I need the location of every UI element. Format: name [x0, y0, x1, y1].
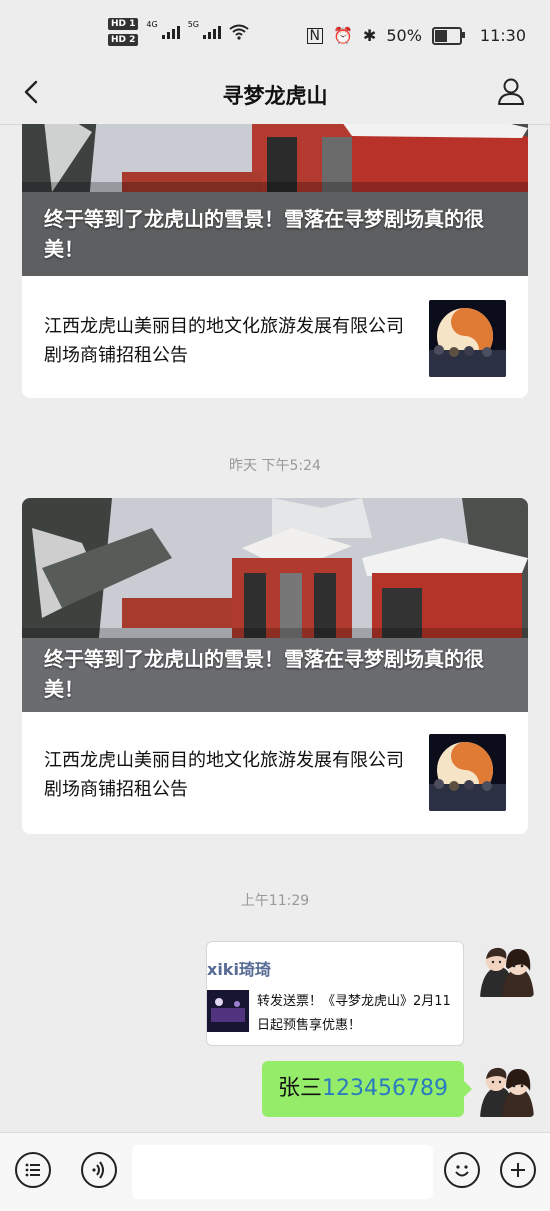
message-name: 张三: [278, 1076, 323, 1101]
person-icon[interactable]: [496, 76, 526, 106]
chat-header: 寻梦龙虎山: [0, 70, 550, 125]
article-title: 终于等到了龙虎山的雪景！雪落在寻梦剧场真的很美！: [44, 647, 484, 701]
plus-icon[interactable]: [500, 1152, 536, 1188]
nfc-icon: N: [306, 27, 323, 44]
hd2-badge: HD 2: [108, 34, 139, 46]
user-avatar[interactable]: [478, 941, 534, 997]
forward-text: 转发送票！《寻梦龙虎山》2月11日起预售享优惠！: [257, 994, 451, 1033]
battery-icon: [431, 26, 465, 45]
signal-4g-icon: 4G: [146, 20, 180, 39]
battery-percent: 50%: [386, 26, 422, 45]
article-subtitle: 江西龙虎山美丽目的地文化旅游发展有限公司剧场商铺招租公告: [44, 316, 404, 366]
article-card[interactable]: 终于等到了龙虎山的雪景！雪落在寻梦剧场真的很美！ 江西龙虎山美丽目的地文化旅游发…: [22, 124, 528, 398]
chat-title: 寻梦龙虎山: [222, 84, 328, 108]
article-card[interactable]: 终于等到了龙虎山的雪景！雪落在寻梦剧场真的很美！ 江西龙虎山美丽目的地文化旅游发…: [22, 498, 528, 834]
signal-area: HD 1 HD 2 4G 5G: [108, 18, 249, 46]
timestamp: 昨天 下午5:24: [229, 458, 321, 474]
article-subtitle: 江西龙虎山美丽目的地文化旅游发展有限公司剧场商铺招租公告: [44, 750, 404, 800]
moon-thumbnail: [429, 734, 506, 811]
input-bar: [0, 1132, 550, 1211]
message-input[interactable]: [132, 1145, 433, 1199]
user-avatar[interactable]: [478, 1061, 534, 1117]
hd1-badge: HD 1: [108, 18, 139, 30]
alarm-icon: ⏰: [333, 26, 353, 45]
bluetooth-icon: ✱: [362, 26, 377, 45]
clock: 11:30: [479, 26, 526, 45]
forwarded-message[interactable]: xiki琦琦 转发送票！《寻梦龙虎山》2月11日起预售享优惠！: [206, 941, 464, 1046]
status-bar: HD 1 HD 2 4G 5G N ⏰ ✱ 50% 11:30: [0, 0, 550, 70]
status-right: N ⏰ ✱ 50% 11:30: [306, 26, 526, 45]
wifi-icon: [229, 24, 249, 40]
forward-sender-name: xiki琦琦: [207, 960, 271, 979]
sent-message-bubble[interactable]: 张三123456789: [262, 1061, 472, 1117]
timestamp: 上午11:29: [240, 893, 310, 909]
moon-thumbnail: [429, 300, 506, 377]
forward-thumbnail: [207, 990, 249, 1032]
voice-icon[interactable]: [81, 1152, 117, 1188]
emoji-icon[interactable]: [444, 1152, 480, 1188]
message-text: 张三123456789: [278, 1075, 448, 1103]
message-number[interactable]: 123456789: [322, 1076, 448, 1101]
article-title: 终于等到了龙虎山的雪景！雪落在寻梦剧场真的很美！: [44, 207, 484, 261]
signal-5g-icon: 5G: [188, 20, 221, 39]
menu-icon[interactable]: [15, 1152, 51, 1188]
